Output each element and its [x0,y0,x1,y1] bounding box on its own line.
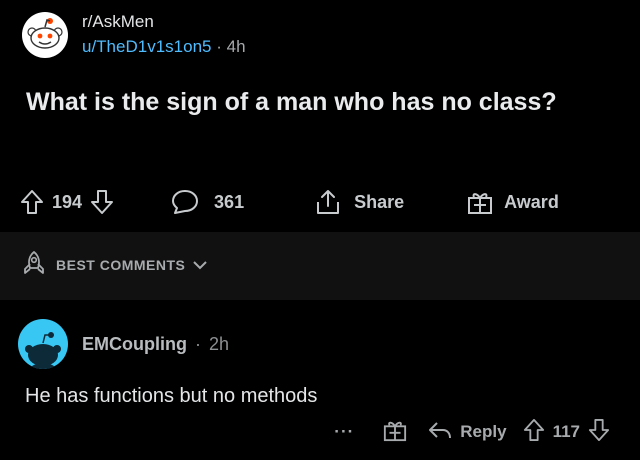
reply-button[interactable]: Reply [428,420,507,445]
comment-actions: ··· Reply 117 [334,418,610,446]
downvote-icon[interactable] [588,418,610,447]
award-button[interactable]: Award [466,189,559,215]
comment-body: He has functions but no methods [25,385,318,407]
chevron-down-icon [193,257,208,273]
post-byline: u/TheD1v1s1on5 · 4h [82,36,246,58]
post-score: 194 [52,191,83,212]
post-actions: 194 361 Share Award [20,182,620,222]
award-icon [466,189,494,215]
downvote-icon[interactable] [90,189,114,215]
post-title[interactable]: What is the sign of a man who has no cla… [26,86,606,119]
comment-icon [170,188,200,216]
sort-label: BEST COMMENTS [56,256,186,273]
reply-icon [428,420,452,445]
post-header: r/AskMen u/TheD1v1s1on5 · 4h [22,12,246,58]
comment-age: 2h [208,333,230,354]
sort-dropdown[interactable]: BEST COMMENTS [22,250,208,279]
share-label: Share [354,191,405,212]
award-icon[interactable] [382,418,408,447]
upvote-icon[interactable] [20,189,44,215]
award-label: Award [504,191,559,212]
share-button[interactable]: Share [314,188,404,216]
comment-header: EMCoupling · 2h [18,319,229,369]
comment-separator: · [194,333,201,354]
comment-author-link[interactable]: EMCoupling [82,334,187,355]
upvote-icon[interactable] [523,418,545,447]
snoo-avatar-icon[interactable] [22,12,68,58]
reply-label: Reply [460,422,507,441]
comments-button[interactable]: 361 [170,188,244,216]
share-icon [314,188,342,216]
post-author-link[interactable]: u/TheD1v1s1on5 [82,37,211,56]
comments-count: 361 [214,191,245,212]
vote-group: 194 [20,189,114,215]
snoo-head-icon[interactable] [18,319,68,369]
comment-score: 117 [552,422,580,441]
more-options-button[interactable]: ··· [334,422,354,442]
rocket-icon [22,250,46,279]
byline-separator: · [216,37,222,56]
post-age: 4h [226,37,246,56]
subreddit-link[interactable]: r/AskMen [82,12,246,32]
